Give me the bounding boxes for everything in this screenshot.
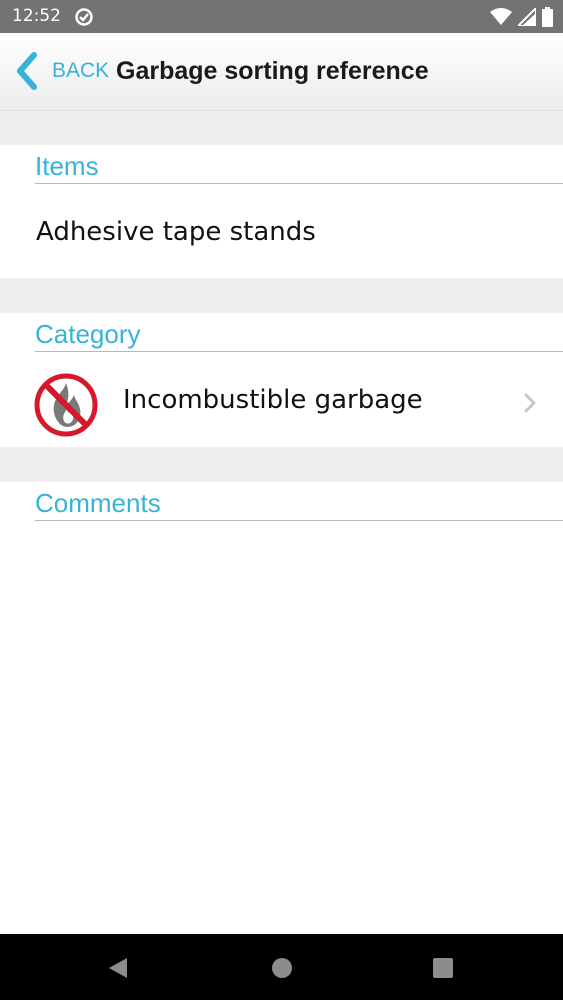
comments-section: Comments — [0, 482, 563, 934]
status-bar: 12:52 — [0, 0, 563, 33]
battery-icon — [542, 7, 553, 27]
comments-header: Comments — [35, 488, 563, 521]
home-nav-icon[interactable] — [271, 957, 293, 979]
back-label: BACK — [52, 59, 110, 82]
category-section: Category Incombustible garbage — [0, 313, 563, 447]
section-gap — [0, 111, 563, 145]
chevron-right-icon — [524, 393, 536, 413]
items-value[interactable]: Adhesive tape stands — [36, 217, 316, 247]
sync-icon — [75, 8, 93, 26]
toolbar: BACK Garbage sorting reference — [0, 33, 563, 111]
recents-nav-icon[interactable] — [432, 957, 454, 979]
section-gap — [0, 447, 563, 482]
status-icons — [490, 7, 553, 27]
page-title: Garbage sorting reference — [116, 57, 429, 85]
signal-icon — [518, 8, 536, 26]
no-fire-icon — [34, 373, 98, 437]
back-button[interactable]: BACK — [12, 51, 109, 91]
status-time: 12:52 — [12, 6, 61, 26]
items-section: Items Adhesive tape stands — [0, 145, 563, 278]
back-chevron-icon — [17, 52, 37, 90]
section-gap — [0, 278, 563, 313]
navigation-bar — [0, 934, 563, 1000]
category-header: Category — [35, 319, 563, 352]
items-header: Items — [35, 151, 563, 184]
category-row[interactable]: Incombustible garbage — [0, 355, 563, 447]
wifi-icon — [490, 8, 512, 25]
category-value: Incombustible garbage — [123, 385, 423, 415]
back-nav-icon[interactable] — [107, 956, 129, 980]
